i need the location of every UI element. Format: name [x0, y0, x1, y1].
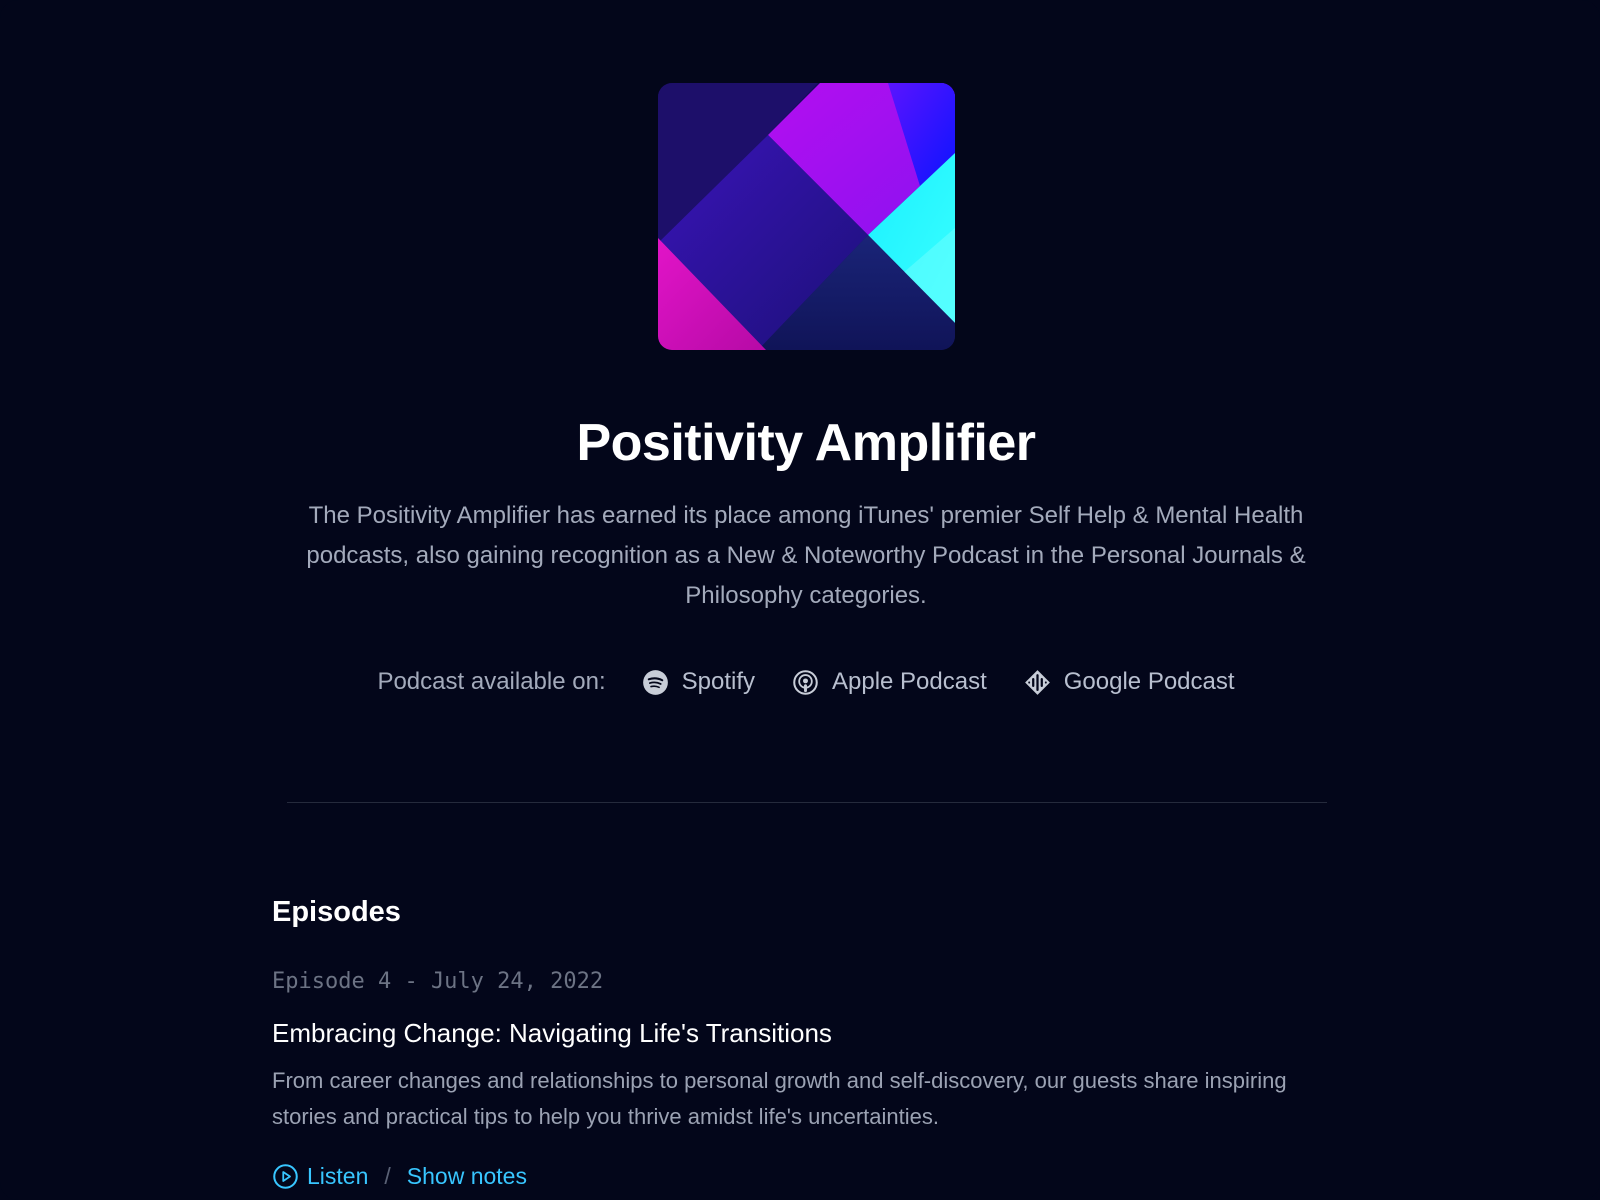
listen-label: Listen	[307, 1163, 369, 1189]
platforms-lead-text: Podcast available on:	[377, 668, 606, 695]
episode-title[interactable]: Embracing Change: Navigating Life's Tran…	[272, 1015, 832, 1051]
podcast-title: Positivity Amplifier	[576, 414, 1036, 472]
podcast-description: The Positivity Amplifier has earned its …	[306, 502, 1306, 609]
action-separator: /	[384, 1163, 391, 1189]
spotify-label: Spotify	[681, 668, 755, 695]
apple-podcast-label: Apple Podcast	[831, 668, 987, 695]
podcast-page: Positivity Amplifier The Positivity Ampl…	[0, 0, 1600, 1200]
spotify-icon	[642, 669, 669, 696]
podcast-cover-art	[658, 83, 955, 350]
play-circle-icon	[272, 1163, 299, 1190]
episodes-heading: Episodes	[272, 896, 401, 928]
apple-podcast-link[interactable]: Apple Podcast	[792, 668, 987, 696]
show-notes-link[interactable]: Show notes	[407, 1160, 527, 1192]
episode-meta: Episode 4 - July 24, 2022	[272, 969, 604, 994]
google-podcast-label: Google Podcast	[1063, 668, 1235, 695]
episode-description: From career changes and relationships to…	[272, 1068, 1287, 1129]
section-divider	[287, 802, 1327, 803]
google-podcast-link[interactable]: Google Podcast	[1024, 668, 1235, 696]
listen-button[interactable]: Listen	[272, 1160, 368, 1192]
spotify-link[interactable]: Spotify	[642, 668, 755, 696]
platform-links: Podcast available on: Spotify Apple Podc…	[0, 662, 1600, 702]
abstract-geometric-cover-art-icon	[658, 83, 955, 350]
google-podcast-icon	[1024, 669, 1051, 696]
apple-podcast-icon	[792, 669, 819, 696]
episode-actions: Listen / Show notes	[272, 1160, 527, 1192]
